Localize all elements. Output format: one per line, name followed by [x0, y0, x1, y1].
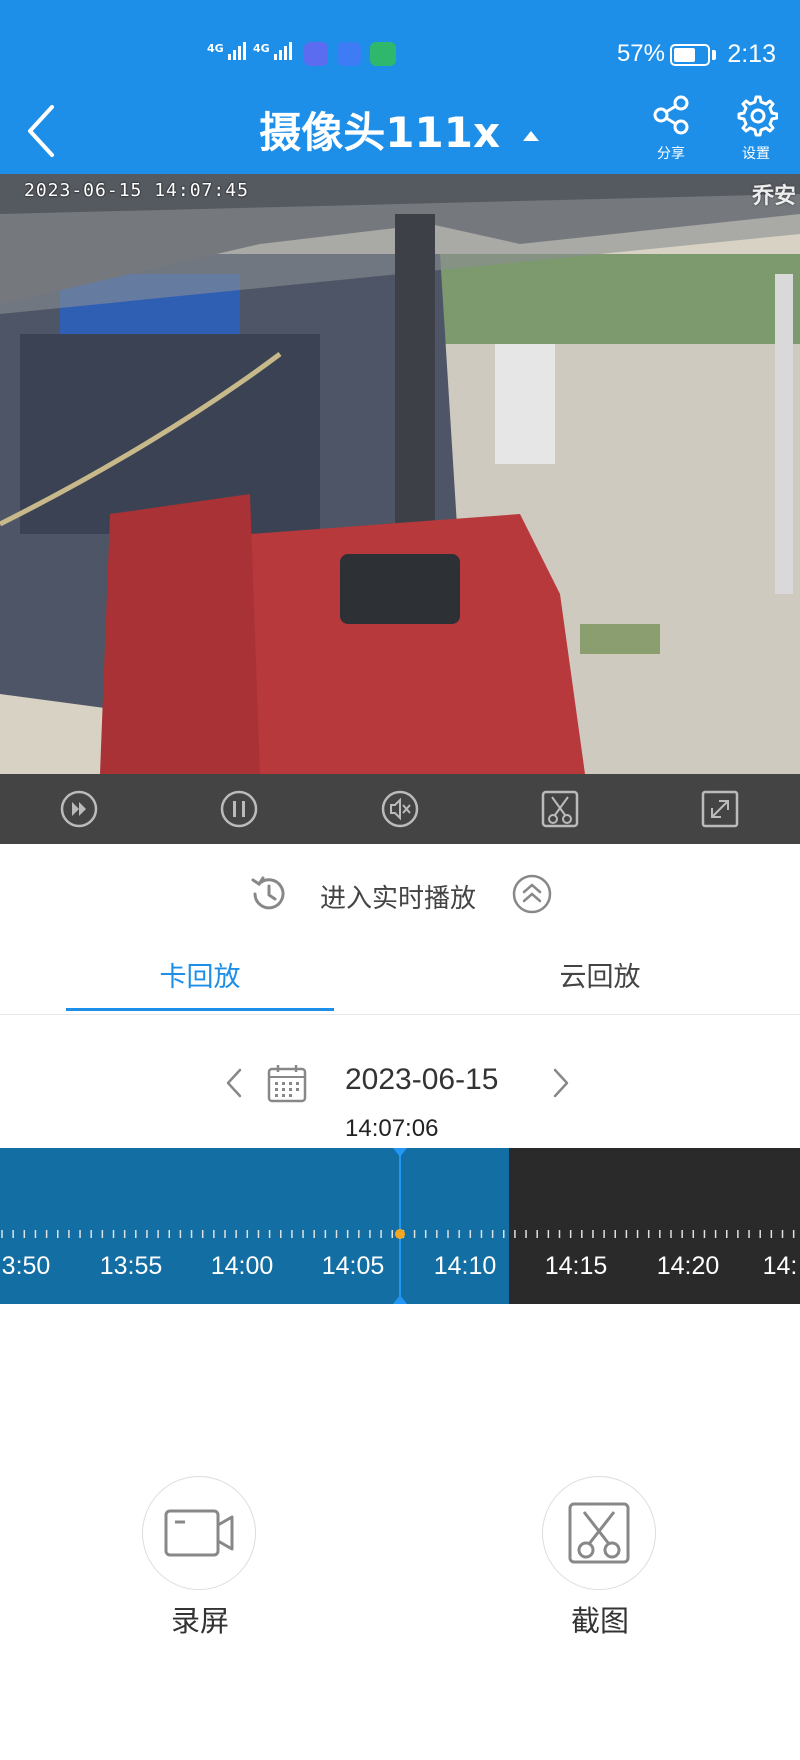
- screenshot-circle: [542, 1476, 656, 1590]
- camera-feed-image: [0, 174, 800, 774]
- music-app-icon: [304, 42, 328, 66]
- record-screen-button[interactable]: 录屏: [142, 1476, 258, 1640]
- video-timestamp: 2023-06-15 14:07:45: [24, 180, 249, 201]
- enter-live-label: 进入实时播放: [320, 884, 477, 914]
- record-screen-label: 录屏: [170, 1604, 229, 1638]
- bulb-app-icon: [337, 42, 361, 66]
- timeline-label: 14:00: [210, 1252, 274, 1280]
- tab-divider: [0, 1014, 800, 1015]
- caret-up-icon: [522, 130, 539, 141]
- settings-button[interactable]: 设置: [721, 93, 791, 163]
- status-bar: 4G 4G 57% 2:13: [0, 0, 800, 105]
- status-clock: 2:13: [727, 40, 776, 68]
- pause-button[interactable]: [219, 789, 259, 829]
- record-circle: [142, 1476, 256, 1590]
- app-bar: 摄像头111x 分享 设置: [0, 95, 800, 174]
- timeline-current-time: 14:07:06: [345, 1115, 439, 1142]
- signal-indicator-2: 4G: [253, 42, 294, 60]
- active-tab-indicator: [66, 1008, 334, 1011]
- tab-cloud-playback[interactable]: 云回放: [400, 955, 800, 994]
- timeline-cursor[interactable]: [399, 1148, 401, 1304]
- playback-timeline[interactable]: 3:50 13:55 14:00 14:05 14:10 14:15 14:20 14:: [0, 1148, 800, 1304]
- timeline-label: 3:50: [1, 1252, 51, 1280]
- tab-cloud-playback-label: 云回放: [559, 962, 641, 993]
- playback-control-bar: [0, 774, 800, 844]
- timeline-label: 14:05: [321, 1252, 385, 1280]
- timeline-label: 14:10: [433, 1252, 497, 1280]
- next-date-button[interactable]: [549, 1066, 573, 1100]
- share-label: 分享: [657, 146, 685, 162]
- calendar-icon[interactable]: [265, 1061, 309, 1105]
- fast-forward-button[interactable]: [59, 789, 99, 829]
- settings-label: 设置: [742, 146, 770, 162]
- video-player[interactable]: 2023-06-15 14:07:45 乔安: [0, 174, 800, 774]
- fullscreen-button[interactable]: [700, 789, 740, 829]
- timeline-label: 14:15: [544, 1252, 608, 1280]
- fast-forward-icon: [60, 790, 98, 828]
- tab-card-playback-label: 卡回放: [159, 962, 241, 993]
- tab-card-playback[interactable]: 卡回放: [0, 955, 400, 994]
- signal-indicator-1: 4G: [207, 42, 248, 60]
- previous-date-button[interactable]: [222, 1066, 246, 1100]
- mute-button[interactable]: [380, 789, 420, 829]
- network-type-label: 4G: [207, 42, 224, 55]
- speaker-mute-icon: [381, 790, 419, 828]
- cursor-top-marker: [393, 1148, 407, 1157]
- network-type-label: 4G: [253, 42, 270, 55]
- enter-live-row[interactable]: 进入实时播放: [0, 868, 800, 920]
- share-icon: [653, 95, 689, 135]
- scissors-icon: [568, 1502, 630, 1564]
- cursor-dot: [395, 1229, 405, 1239]
- double-chevron-up-icon[interactable]: [510, 872, 554, 916]
- selected-date: 2023-06-15: [345, 1063, 499, 1096]
- battery-tip: [712, 50, 716, 60]
- video-camera-icon: [164, 1509, 234, 1557]
- cursor-bottom-marker: [393, 1295, 407, 1304]
- pause-icon: [220, 790, 258, 828]
- scissors-icon: [541, 790, 579, 828]
- timeline-label: 14:20: [656, 1252, 720, 1280]
- fullscreen-icon: [701, 790, 739, 828]
- gear-icon: [737, 95, 779, 137]
- timeline-label: 14:: [762, 1252, 798, 1280]
- screenshot-label: 截图: [570, 1604, 629, 1638]
- store-app-icon: [370, 42, 396, 66]
- history-clock-icon: [251, 876, 285, 910]
- camera-watermark: 乔安: [751, 184, 796, 209]
- share-button[interactable]: 分享: [636, 93, 706, 163]
- snapshot-button[interactable]: [540, 789, 580, 829]
- page-title: 摄像头111x: [259, 108, 501, 157]
- battery-icon: [670, 44, 710, 66]
- timeline-label: 13:55: [99, 1252, 163, 1280]
- screenshot-button[interactable]: 截图: [542, 1476, 658, 1640]
- battery-percent: 57%: [616, 40, 665, 67]
